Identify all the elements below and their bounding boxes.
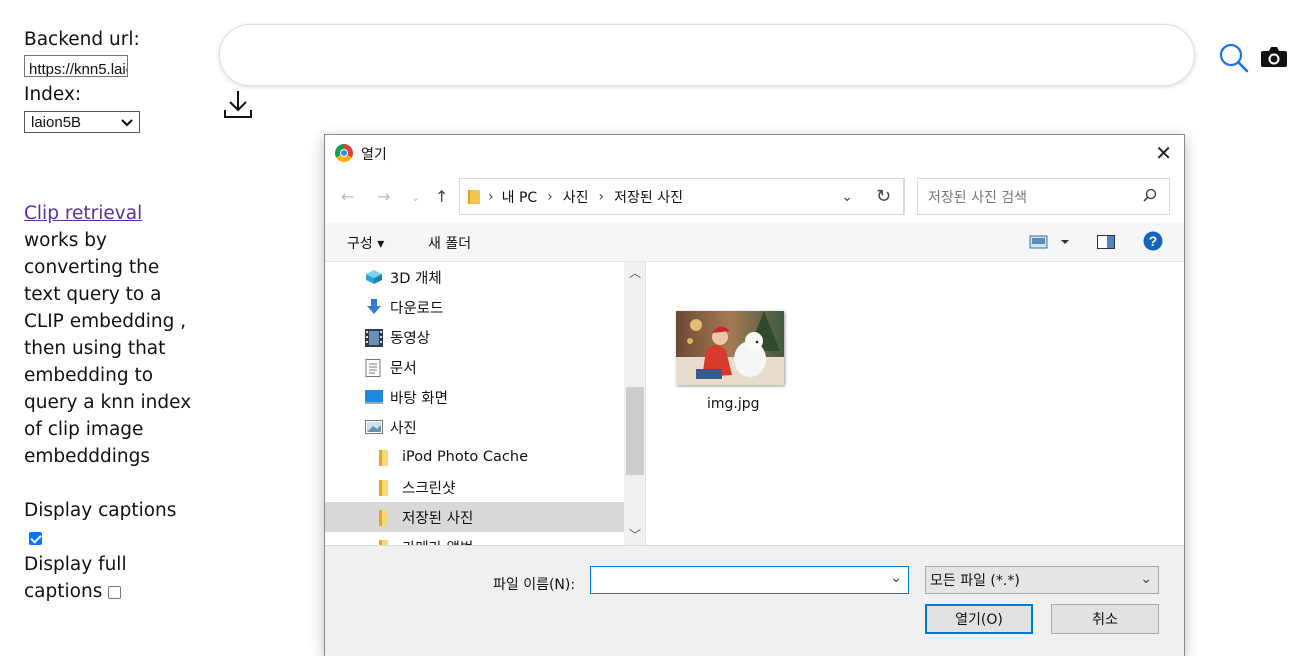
filetype-value: 모든 파일 (*.*): [930, 573, 1020, 589]
pictures-icon: [365, 419, 383, 435]
tree-item-label: 카메라 앨범: [402, 537, 473, 546]
display-captions-checkbox[interactable]: [29, 531, 42, 545]
display-full-captions-label: Display full: [24, 554, 127, 575]
tree-item-ipod-photo-cache[interactable]: iPod Photo Cache: [325, 442, 645, 472]
tree-item-label: 다운로드: [390, 300, 444, 317]
camera-icon[interactable]: [1260, 45, 1288, 73]
chevron-down-icon[interactable]: ⌄: [841, 189, 853, 205]
desktop-icon: [365, 389, 383, 405]
download-icon[interactable]: [222, 88, 254, 124]
tree-item-label: 바탕 화면: [390, 390, 448, 407]
breadcrumb-item[interactable]: 저장된 사진: [614, 187, 683, 207]
folder-search-placeholder: 저장된 사진 검색: [928, 189, 1028, 206]
up-arrow-icon[interactable]: ↑: [435, 187, 448, 206]
tree-item-saved-pictures[interactable]: 저장된 사진: [325, 502, 645, 532]
file-name-label[interactable]: img.jpg: [707, 396, 760, 412]
pane-divider[interactable]: [645, 262, 646, 545]
index-select[interactable]: laion5B: [24, 111, 140, 133]
file-list-pane: img.jpg: [647, 262, 1182, 545]
open-file-dialog: 열기 ✕ ← → ⌄ ↑ › 내 PC › 사진 › 저장된 사진 ⌄ ↻ 저장…: [324, 134, 1185, 656]
recent-dropdown-icon[interactable]: ⌄: [411, 191, 420, 204]
backend-url-input[interactable]: https://knn5.laion.ai: [24, 55, 128, 77]
scroll-up-icon[interactable]: ︿: [629, 264, 641, 281]
filetype-select[interactable]: 모든 파일 (*.*) ⌄: [925, 566, 1159, 594]
navigation-tree: 3D 개체 다운로드 동영상 문서 바탕 화면 사진 iPod Photo Ca…: [325, 262, 645, 545]
tree-item-label: 3D 개체: [390, 270, 442, 287]
preview-pane-icon[interactable]: [1097, 235, 1115, 253]
search-icon[interactable]: [1143, 188, 1157, 206]
filename-input[interactable]: ⌄: [590, 566, 909, 594]
tree-item-videos[interactable]: 동영상: [325, 322, 645, 352]
refresh-icon[interactable]: ↻: [863, 178, 905, 215]
chevron-down-icon[interactable]: ⌄: [890, 570, 902, 586]
tree-item-pictures[interactable]: 사진: [325, 412, 645, 442]
folder-search-input[interactable]: 저장된 사진 검색: [917, 178, 1170, 215]
search-icon[interactable]: [1218, 42, 1250, 78]
settings-panel: Backend url: https://knn5.laion.ai Index…: [24, 26, 194, 133]
tree-item-label: 동영상: [390, 330, 431, 347]
tree-item-label: 스크린샷: [402, 480, 456, 497]
tree-item-camera-roll[interactable]: 카메라 앨범: [325, 532, 645, 545]
view-options-icon[interactable]: [1029, 235, 1069, 253]
tree-item-label: 문서: [390, 360, 417, 377]
search-input[interactable]: [219, 24, 1195, 86]
index-select-value: laion5B: [31, 113, 82, 131]
tree-scrollbar[interactable]: ︿ ﹀: [624, 262, 646, 545]
address-bar[interactable]: › 내 PC › 사진 › 저장된 사진 ⌄: [459, 178, 904, 215]
folder-icon: [377, 449, 395, 466]
file-thumbnail[interactable]: [676, 311, 784, 385]
new-folder-button[interactable]: 새 폴더: [428, 233, 471, 253]
back-arrow-icon[interactable]: ←: [341, 187, 354, 206]
svg-text:?: ?: [1149, 233, 1158, 249]
chevron-down-icon: [121, 109, 133, 136]
dialog-toolbar: 구성 ▾ 새 폴더 ?: [325, 223, 1184, 262]
tree-item-downloads[interactable]: 다운로드: [325, 292, 645, 322]
breadcrumb-separator-icon: ›: [488, 188, 494, 205]
tree-item-3d-objects[interactable]: 3D 개체: [325, 262, 645, 292]
open-button[interactable]: 열기(O): [925, 604, 1033, 634]
tree-item-label: 사진: [390, 420, 417, 437]
close-icon[interactable]: ✕: [1155, 143, 1172, 163]
dialog-titlebar: 열기 ✕: [325, 135, 1184, 171]
breadcrumb-separator-icon: ›: [547, 188, 553, 205]
display-captions-label: Display captions: [24, 500, 177, 521]
display-full-captions-checkbox[interactable]: [108, 585, 122, 599]
breadcrumb-item[interactable]: 사진: [563, 187, 589, 207]
tree-item-label: 저장된 사진: [402, 510, 474, 527]
video-icon: [365, 329, 383, 347]
dialog-navbar: ← → ⌄ ↑ › 내 PC › 사진 › 저장된 사진 ⌄ ↻ 저장된 사진 …: [325, 177, 1184, 217]
cancel-button[interactable]: 취소: [1051, 604, 1159, 634]
forward-arrow-icon[interactable]: →: [377, 187, 390, 206]
document-icon: [365, 359, 383, 377]
folder-icon: [377, 479, 395, 496]
breadcrumb-separator-icon: ›: [598, 188, 605, 205]
folder-icon: [377, 509, 395, 526]
backend-url-label: Backend url:: [24, 29, 140, 50]
help-icon[interactable]: ?: [1143, 231, 1163, 255]
tree-item-documents[interactable]: 문서: [325, 352, 645, 382]
scroll-down-icon[interactable]: ﹀: [629, 526, 641, 543]
download-arrow-icon: [365, 299, 383, 315]
dialog-footer: 파일 이름(N): ⌄ 모든 파일 (*.*) ⌄ 열기(O) 취소: [325, 545, 1184, 656]
filename-label: 파일 이름(N):: [493, 577, 576, 593]
breadcrumb-item[interactable]: 내 PC: [502, 187, 538, 207]
chevron-down-icon: ⌄: [1140, 571, 1152, 587]
tree-item-label: iPod Photo Cache: [402, 449, 529, 465]
chrome-icon: [335, 144, 353, 162]
organize-menu[interactable]: 구성 ▾: [347, 233, 384, 253]
dialog-title: 열기: [361, 147, 387, 163]
folder-icon: [468, 189, 480, 204]
clip-retrieval-link[interactable]: Clip retrieval: [24, 203, 142, 224]
tree-item-desktop[interactable]: 바탕 화면: [325, 382, 645, 412]
description-text: works by converting the text query to a …: [24, 230, 192, 467]
display-full-captions-label-2: captions: [24, 581, 103, 602]
scrollbar-thumb[interactable]: [626, 387, 644, 475]
tree-item-screenshots[interactable]: 스크린샷: [325, 472, 645, 502]
description-block: Clip retrieval works by converting the t…: [24, 200, 194, 605]
3d-objects-icon: [365, 269, 383, 285]
index-label: Index:: [24, 84, 82, 105]
